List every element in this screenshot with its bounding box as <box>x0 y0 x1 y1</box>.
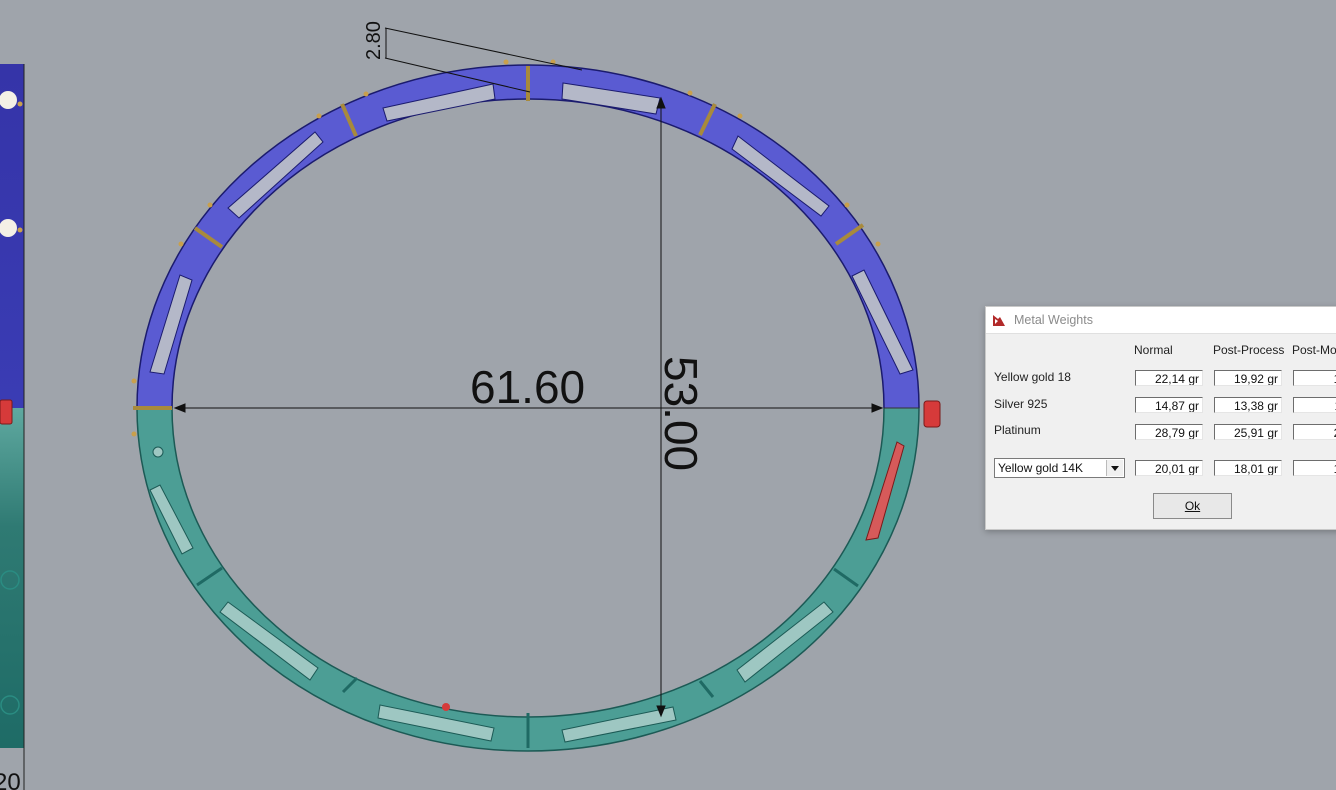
thickness-dimension: 2.80 <box>363 21 385 60</box>
weight-field[interactable]: 19,92 gr <box>1214 370 1282 386</box>
dialog-titlebar[interactable]: Metal Weights <box>986 307 1336 334</box>
chevron-down-icon[interactable] <box>1106 460 1123 476</box>
weight-field[interactable]: 18,01 gr <box>1214 460 1282 476</box>
row-label-platinum: Platinum <box>994 423 1041 437</box>
ok-button[interactable]: Ok <box>1153 493 1232 519</box>
row-label-silver-925: Silver 925 <box>994 397 1048 411</box>
weight-field[interactable]: 20,01 gr <box>1135 460 1203 476</box>
ring-windows <box>149 82 914 375</box>
app-icon <box>993 315 1005 326</box>
weight-field[interactable]: 14,87 gr <box>1135 397 1203 413</box>
column-normal: Normal <box>1134 343 1173 357</box>
alloy-select[interactable]: Yellow gold 14K <box>994 458 1125 478</box>
weight-field[interactable]: 22,14 gr <box>1135 370 1203 386</box>
weight-field[interactable]: 11,8 <box>1293 397 1336 413</box>
height-dimension: 53.00 <box>655 356 707 471</box>
weight-field[interactable]: 16,0 <box>1293 460 1336 476</box>
weight-field[interactable]: 23,0 <box>1293 424 1336 440</box>
weight-field[interactable]: 17,7 <box>1293 370 1336 386</box>
segment-dividers <box>133 66 865 410</box>
row-label-yellow-gold-18: Yellow gold 18 <box>994 370 1071 384</box>
weight-field[interactable]: 25,91 gr <box>1214 424 1282 440</box>
side-view-ring <box>0 64 25 790</box>
alloy-select-value: Yellow gold 14K <box>998 461 1083 475</box>
weight-field[interactable]: 28,79 gr <box>1135 424 1203 440</box>
column-post-process: Post-Process <box>1213 343 1285 357</box>
metal-weights-dialog[interactable]: Metal Weights Normal Post-Process Post-M… <box>985 306 1336 530</box>
weight-field[interactable]: 13,38 gr <box>1214 397 1282 413</box>
column-post-mo: Post-Mo <box>1292 343 1336 357</box>
side-view-label: 20 <box>0 769 21 790</box>
dialog-title: Metal Weights <box>1014 313 1093 327</box>
width-dimension: 61.60 <box>470 361 585 413</box>
